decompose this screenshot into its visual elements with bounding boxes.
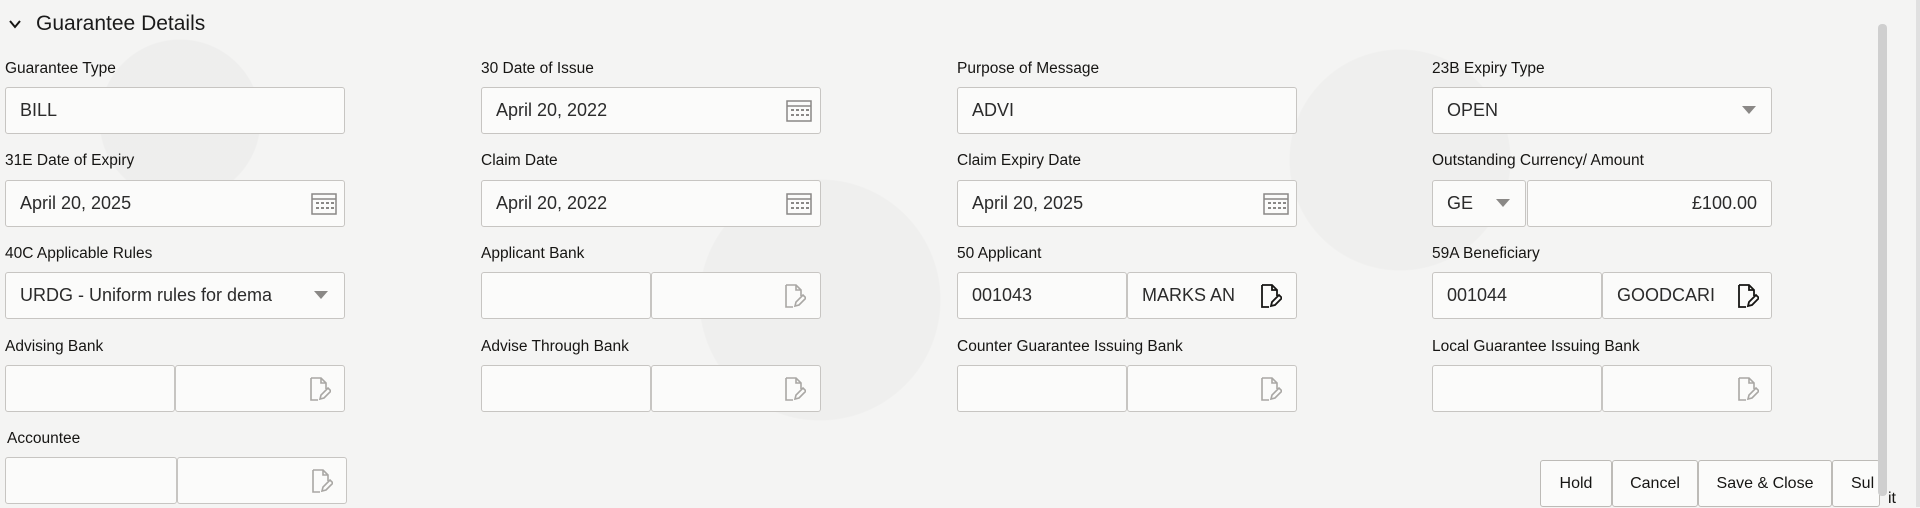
- applicable-rules-value: URDG - Uniform rules for dema: [20, 285, 273, 305]
- beneficiary-code-field[interactable]: 001044: [1432, 272, 1602, 319]
- chevron-down-icon[interactable]: [314, 291, 328, 299]
- claim-date-label: Claim Date: [481, 152, 558, 169]
- beneficiary-label: 59A Beneficiary: [1432, 245, 1540, 262]
- lookup-icon[interactable]: [309, 377, 331, 401]
- beneficiary-code-value: 001044: [1447, 285, 1508, 305]
- vertical-scrollbar[interactable]: [1878, 24, 1887, 496]
- applicant-label: 50 Applicant: [957, 245, 1042, 262]
- purpose-of-message-value: ADVI: [972, 100, 1015, 120]
- applicant-bank-label: Applicant Bank: [481, 245, 585, 262]
- lookup-icon[interactable]: [1737, 377, 1759, 401]
- applicable-rules-select[interactable]: URDG - Uniform rules for dema: [5, 272, 345, 319]
- claim-expiry-date-value: April 20, 2025: [972, 193, 1084, 213]
- lookup-icon[interactable]: [311, 469, 333, 493]
- date-of-issue-label: 30 Date of Issue: [481, 60, 594, 77]
- applicant-name-value: MARKS AN: [1142, 285, 1236, 305]
- save-close-button[interactable]: Save & Close: [1698, 460, 1832, 507]
- lookup-icon[interactable]: [784, 377, 806, 401]
- calendar-icon[interactable]: [1263, 191, 1289, 215]
- claim-date-value: April 20, 2022: [496, 193, 608, 213]
- advise-through-bank-label: Advise Through Bank: [481, 338, 629, 355]
- exit-button-fragment[interactable]: it: [1888, 490, 1896, 508]
- expiry-type-select[interactable]: OPEN: [1432, 87, 1772, 134]
- claim-expiry-date-field[interactable]: April 20, 2025: [957, 180, 1297, 227]
- outstanding-label: Outstanding Currency/ Amount: [1432, 152, 1644, 169]
- claim-expiry-date-label: Claim Expiry Date: [957, 152, 1082, 169]
- guarantee-type-field[interactable]: BILL: [5, 87, 345, 134]
- counter-guarantee-bank-code-field[interactable]: [957, 365, 1127, 412]
- date-of-issue-value: April 20, 2022: [496, 100, 608, 120]
- applicable-rules-label: 40C Applicable Rules: [5, 245, 153, 262]
- applicant-bank-code-field[interactable]: [481, 272, 651, 319]
- expiry-type-value: OPEN: [1447, 100, 1499, 120]
- amount-field[interactable]: £100.00: [1527, 180, 1772, 227]
- calendar-icon[interactable]: [786, 191, 812, 215]
- lookup-icon[interactable]: [1260, 377, 1282, 401]
- guarantee-type-value: BILL: [20, 100, 58, 120]
- lookup-icon[interactable]: [1260, 284, 1282, 308]
- purpose-of-message-field[interactable]: ADVI: [957, 87, 1297, 134]
- calendar-icon[interactable]: [786, 98, 812, 122]
- section-header[interactable]: Guarantee Details: [8, 8, 205, 40]
- accountee-label: Accountee: [7, 430, 81, 447]
- accountee-code-field[interactable]: [5, 457, 177, 504]
- applicant-code-field[interactable]: 001043: [957, 272, 1127, 319]
- window-edge: [1916, 0, 1920, 507]
- chevron-down-icon[interactable]: [8, 17, 22, 31]
- lookup-icon[interactable]: [784, 284, 806, 308]
- expiry-type-label: 23B Expiry Type: [1432, 60, 1545, 77]
- section-title: Guarantee Details: [36, 12, 206, 35]
- hold-button[interactable]: Hold: [1540, 460, 1612, 507]
- applicant-code-value: 001043: [972, 285, 1033, 305]
- date-of-expiry-field[interactable]: April 20, 2025: [5, 180, 345, 227]
- chevron-down-icon[interactable]: [1496, 199, 1510, 207]
- currency-value: GE: [1447, 193, 1474, 213]
- advise-through-bank-code-field[interactable]: [481, 365, 651, 412]
- amount-value: £100.00: [1691, 193, 1757, 213]
- chevron-down-icon[interactable]: [1742, 106, 1756, 114]
- counter-guarantee-bank-label: Counter Guarantee Issuing Bank: [957, 338, 1183, 355]
- advising-bank-code-field[interactable]: [5, 365, 175, 412]
- claim-date-field[interactable]: April 20, 2022: [481, 180, 821, 227]
- guarantee-type-label: Guarantee Type: [5, 60, 116, 77]
- date-of-expiry-label: 31E Date of Expiry: [5, 152, 135, 169]
- purpose-of-message-label: Purpose of Message: [957, 60, 1100, 77]
- lookup-icon[interactable]: [1737, 284, 1759, 308]
- local-guarantee-bank-label: Local Guarantee Issuing Bank: [1432, 338, 1640, 355]
- date-of-issue-field[interactable]: April 20, 2022: [481, 87, 821, 134]
- calendar-icon[interactable]: [311, 191, 337, 215]
- local-guarantee-bank-code-field[interactable]: [1432, 365, 1602, 412]
- cancel-button[interactable]: Cancel: [1612, 460, 1698, 507]
- beneficiary-name-value: GOODCARI: [1617, 285, 1716, 305]
- currency-select[interactable]: GE: [1432, 180, 1526, 227]
- submit-button[interactable]: Sul: [1832, 460, 1880, 507]
- advising-bank-label: Advising Bank: [5, 338, 104, 355]
- date-of-expiry-value: April 20, 2025: [20, 193, 132, 213]
